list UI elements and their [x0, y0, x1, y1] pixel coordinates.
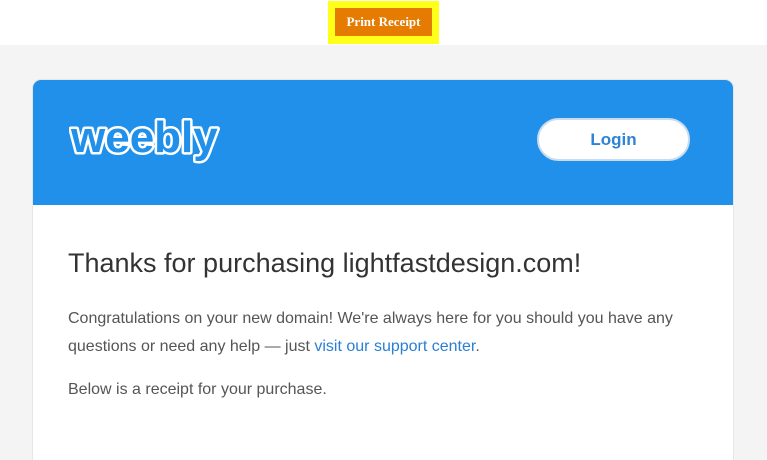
congrats-period: . — [475, 338, 480, 355]
weebly-logo: weebly — [69, 111, 221, 165]
congrats-paragraph: Congratulations on your new domain! We'r… — [68, 305, 708, 361]
email-card: weebly Login Thanks for purchasing light… — [33, 80, 733, 460]
top-bar: Print Receipt — [0, 0, 767, 45]
support-center-link[interactable]: visit our support center — [314, 338, 475, 355]
email-header: weebly Login — [33, 80, 733, 205]
weebly-logo-text: weebly — [70, 113, 218, 162]
receipt-intro: Below is a receipt for your purchase. — [68, 381, 327, 398]
login-button[interactable]: Login — [537, 118, 690, 161]
print-receipt-button[interactable]: Print Receipt — [335, 8, 432, 36]
page-title: Thanks for purchasing lightfastdesign.co… — [68, 248, 582, 278]
